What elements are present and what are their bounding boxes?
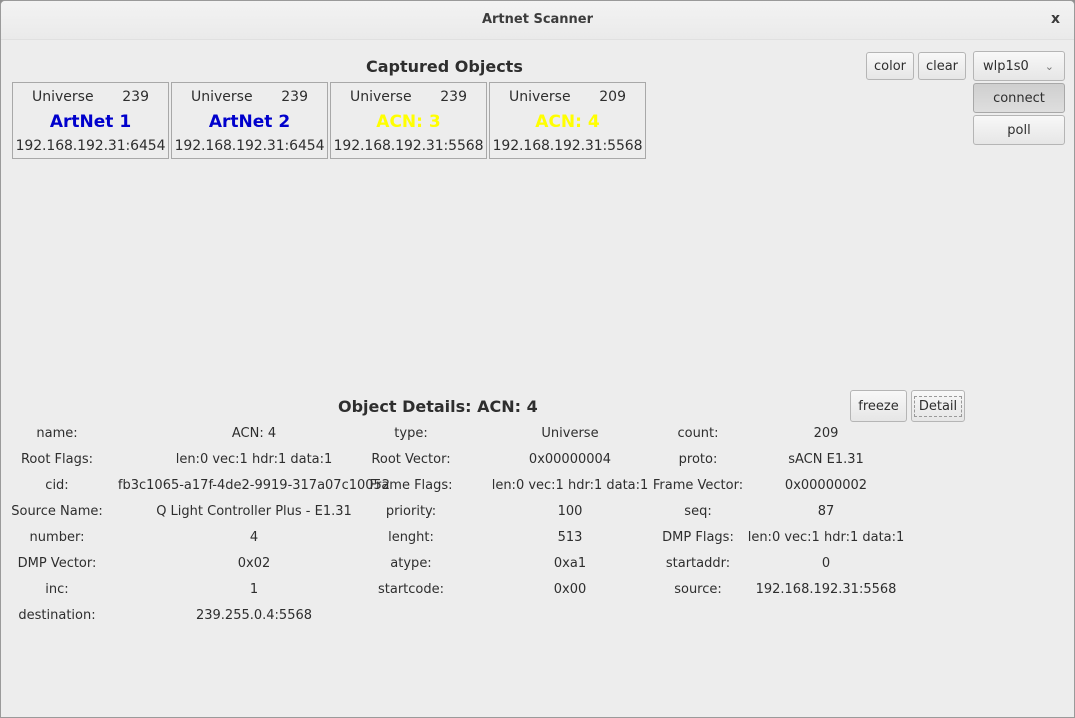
detail-label: lenght: — [388, 530, 434, 545]
detail-button-label: Detail — [913, 395, 963, 417]
detail-label: inc: — [45, 582, 69, 597]
card-type: Universe — [191, 89, 253, 105]
close-icon[interactable]: x — [1051, 11, 1060, 27]
card-name: ArtNet 2 — [208, 112, 291, 132]
card-name: ACN: 4 — [535, 112, 600, 132]
captured-objects-title: Captured Objects — [366, 57, 523, 76]
detail-label: DMP Flags: — [662, 530, 734, 545]
detail-label: DMP Vector: — [17, 556, 97, 571]
color-button-label: color — [873, 58, 906, 74]
app-window: Artnet Scanner x Captured Objects Univer… — [0, 0, 1075, 718]
detail-label: Source Name: — [11, 504, 103, 519]
detail-value: 239.255.0.4:5568 — [195, 608, 313, 623]
detail-value: 0xa1 — [553, 556, 587, 571]
card-count: 239 — [281, 89, 308, 105]
color-button[interactable]: color — [866, 52, 914, 80]
chevron-down-icon: ⌄ — [1044, 59, 1054, 73]
detail-value: 87 — [817, 504, 835, 519]
detail-label: Root Vector: — [371, 452, 451, 467]
captured-object-card[interactable]: Universe 209 ACN: 4 192.168.192.31:5568 — [489, 82, 646, 159]
detail-label: startcode: — [377, 582, 445, 597]
captured-object-card[interactable]: Universe 239 ArtNet 2 192.168.192.31:6454 — [171, 82, 328, 159]
detail-value: 100 — [557, 504, 583, 519]
detail-value: 513 — [557, 530, 583, 545]
detail-value: 0 — [821, 556, 831, 571]
captured-object-card[interactable]: Universe 239 ArtNet 1 192.168.192.31:6454 — [12, 82, 169, 159]
detail-label: Root Flags: — [20, 452, 94, 467]
poll-button-label: poll — [1007, 122, 1031, 138]
card-count: 209 — [599, 89, 626, 105]
clear-button[interactable]: clear — [918, 52, 966, 80]
captured-object-card[interactable]: Universe 239 ACN: 3 192.168.192.31:5568 — [330, 82, 487, 159]
detail-value: Universe — [541, 426, 599, 441]
detail-value: 0x00000004 — [528, 452, 612, 467]
detail-value: Q Light Controller Plus - E1.31 — [156, 504, 352, 519]
card-address: 192.168.192.31:5568 — [333, 138, 484, 154]
card-address: 192.168.192.31:5568 — [492, 138, 643, 154]
detail-label: number: — [29, 530, 85, 545]
card-name: ACN: 3 — [376, 112, 441, 132]
detail-value: 0x00000002 — [784, 478, 868, 493]
detail-value: 209 — [813, 426, 839, 441]
detail-label: atype: — [390, 556, 432, 571]
title-bar: Artnet Scanner x — [1, 1, 1074, 40]
connect-button-label: connect — [993, 90, 1045, 106]
detail-label: source: — [674, 582, 722, 597]
freeze-button-label: freeze — [858, 398, 899, 414]
detail-value: 1 — [249, 582, 259, 597]
detail-label: cid: — [45, 478, 69, 493]
detail-label: Frame Vector: — [652, 478, 744, 493]
detail-label: seq: — [684, 504, 712, 519]
detail-label: startaddr: — [665, 556, 731, 571]
clear-button-label: clear — [925, 58, 959, 74]
detail-label: Frame Flags: — [369, 478, 453, 493]
detail-value: len:0 vec:1 hdr:1 data:1 — [747, 530, 905, 545]
card-type: Universe — [350, 89, 412, 105]
detail-value: len:0 vec:1 hdr:1 data:1 — [491, 478, 649, 493]
detail-value: 0x02 — [237, 556, 271, 571]
window-title: Artnet Scanner — [481, 12, 594, 27]
detail-value: 192.168.192.31:5568 — [755, 582, 897, 597]
detail-value: 4 — [249, 530, 259, 545]
detail-value: ACN: 4 — [231, 426, 277, 441]
interface-select-value: wlp1s0 — [983, 58, 1029, 74]
object-details-title: Object Details: ACN: 4 — [338, 397, 538, 416]
detail-label: destination: — [18, 608, 96, 623]
detail-label: count: — [677, 426, 719, 441]
poll-button[interactable]: poll — [973, 115, 1065, 145]
card-address: 192.168.192.31:6454 — [15, 138, 166, 154]
detail-label: proto: — [678, 452, 718, 467]
card-count: 239 — [440, 89, 467, 105]
freeze-button[interactable]: freeze — [850, 390, 907, 422]
card-name: ArtNet 1 — [49, 112, 132, 132]
detail-value: fb3c1065-a17f-4de2-9919-317a07c10052 — [117, 478, 391, 493]
detail-value: 0x00 — [553, 582, 587, 597]
detail-value: sACN E1.31 — [788, 452, 864, 467]
detail-label: name: — [36, 426, 78, 441]
card-type: Universe — [509, 89, 571, 105]
detail-label: priority: — [385, 504, 437, 519]
card-count: 239 — [122, 89, 149, 105]
detail-label: type: — [394, 426, 428, 441]
interface-select[interactable]: wlp1s0 ⌄ — [973, 51, 1065, 81]
detail-value: len:0 vec:1 hdr:1 data:1 — [175, 452, 333, 467]
connect-button[interactable]: connect — [973, 83, 1065, 113]
card-address: 192.168.192.31:6454 — [174, 138, 325, 154]
card-type: Universe — [32, 89, 94, 105]
detail-button[interactable]: Detail — [911, 390, 965, 422]
